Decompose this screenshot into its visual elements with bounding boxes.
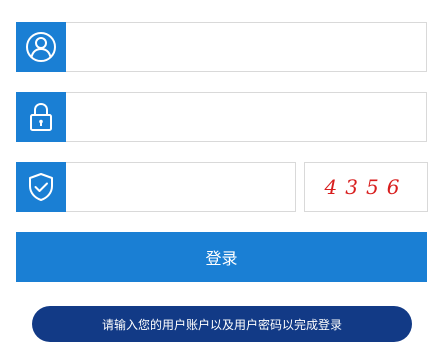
hint-banner: 请输入您的用户账户以及用户密码以完成登录 [32,306,412,342]
captcha-text: 4356 [324,175,408,199]
captcha-image[interactable]: 4356 [304,162,428,212]
login-button[interactable]: 登录 [16,232,427,282]
hint-text: 请输入您的用户账户以及用户密码以完成登录 [101,317,342,332]
user-icon [16,22,66,72]
verification-row [16,162,296,212]
password-input[interactable] [66,92,427,142]
verification-code-input[interactable] [66,162,296,212]
username-row [16,22,427,72]
password-row [16,92,427,142]
username-input[interactable] [66,22,427,72]
shield-check-icon [16,162,66,212]
lock-icon [16,92,66,142]
